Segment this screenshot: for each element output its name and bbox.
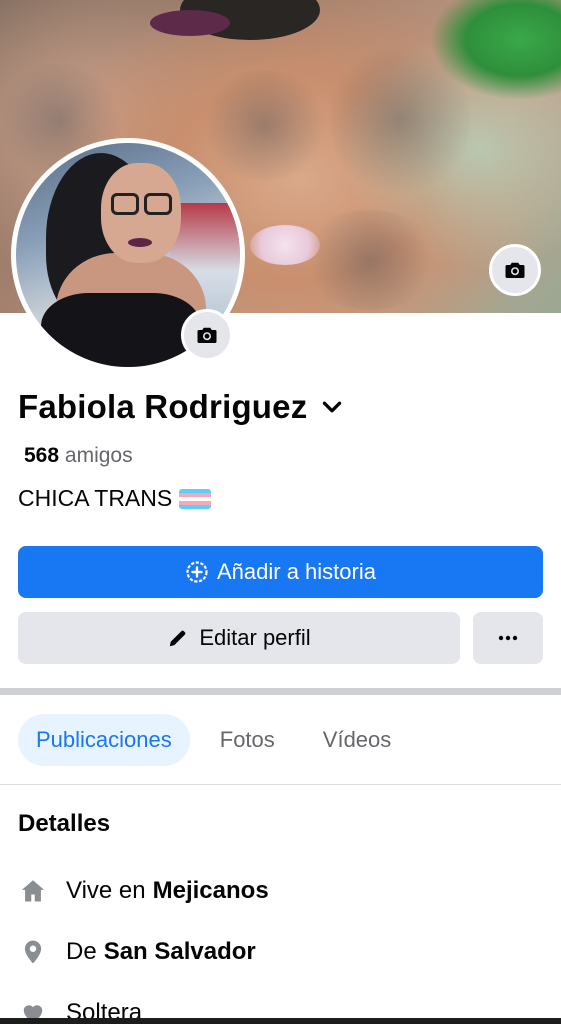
cover-camera-button[interactable] [489, 244, 541, 296]
details-title: Detalles [18, 810, 111, 837]
edit-profile-label: Editar perfil [199, 625, 311, 650]
more-options-button[interactable] [473, 612, 543, 664]
ellipsis-icon [498, 635, 518, 641]
detail-from-prefix: De [66, 938, 97, 965]
detail-from-value[interactable]: San Salvador [104, 938, 256, 966]
profile-name-row[interactable]: Fabiola Rodriguez [18, 388, 345, 426]
plus-circle-icon [186, 561, 208, 583]
profile-picture-camera-button[interactable] [181, 309, 233, 361]
tab-publicaciones[interactable]: Publicaciones [18, 714, 190, 766]
tab-fotos[interactable]: Fotos [202, 714, 293, 766]
edit-profile-button[interactable]: Editar perfil [18, 612, 460, 664]
tabs-divider [0, 784, 561, 785]
bio-text: CHICA TRANS [18, 485, 173, 511]
detail-lives-in-value[interactable]: Mejicanos [153, 877, 269, 905]
tab-videos[interactable]: Vídeos [305, 714, 410, 766]
profile-bio: CHICA TRANS [18, 485, 212, 512]
friends-number: 568 [24, 444, 60, 467]
chevron-down-icon[interactable] [319, 394, 345, 420]
section-divider [0, 688, 561, 695]
friends-count[interactable]: 568 amigos [24, 444, 133, 468]
location-pin-icon [18, 937, 48, 967]
bottom-edge [0, 1018, 561, 1024]
camera-icon [505, 262, 525, 278]
detail-lives-in-prefix: Vive en [66, 877, 146, 904]
camera-icon [197, 327, 217, 343]
friends-label: amigos [64, 444, 133, 467]
detail-from: De San Salvador [18, 937, 256, 967]
add-story-label: Añadir a historia [217, 559, 376, 584]
profile-name: Fabiola Rodriguez [18, 388, 308, 425]
add-story-button[interactable]: Añadir a historia [18, 546, 543, 598]
pencil-icon [170, 630, 186, 647]
transgender-flag-emoji [179, 488, 212, 509]
home-icon [18, 876, 48, 906]
profile-tabs: Publicaciones Fotos Vídeos [18, 714, 409, 766]
detail-lives-in: Vive en Mejicanos [18, 876, 269, 906]
